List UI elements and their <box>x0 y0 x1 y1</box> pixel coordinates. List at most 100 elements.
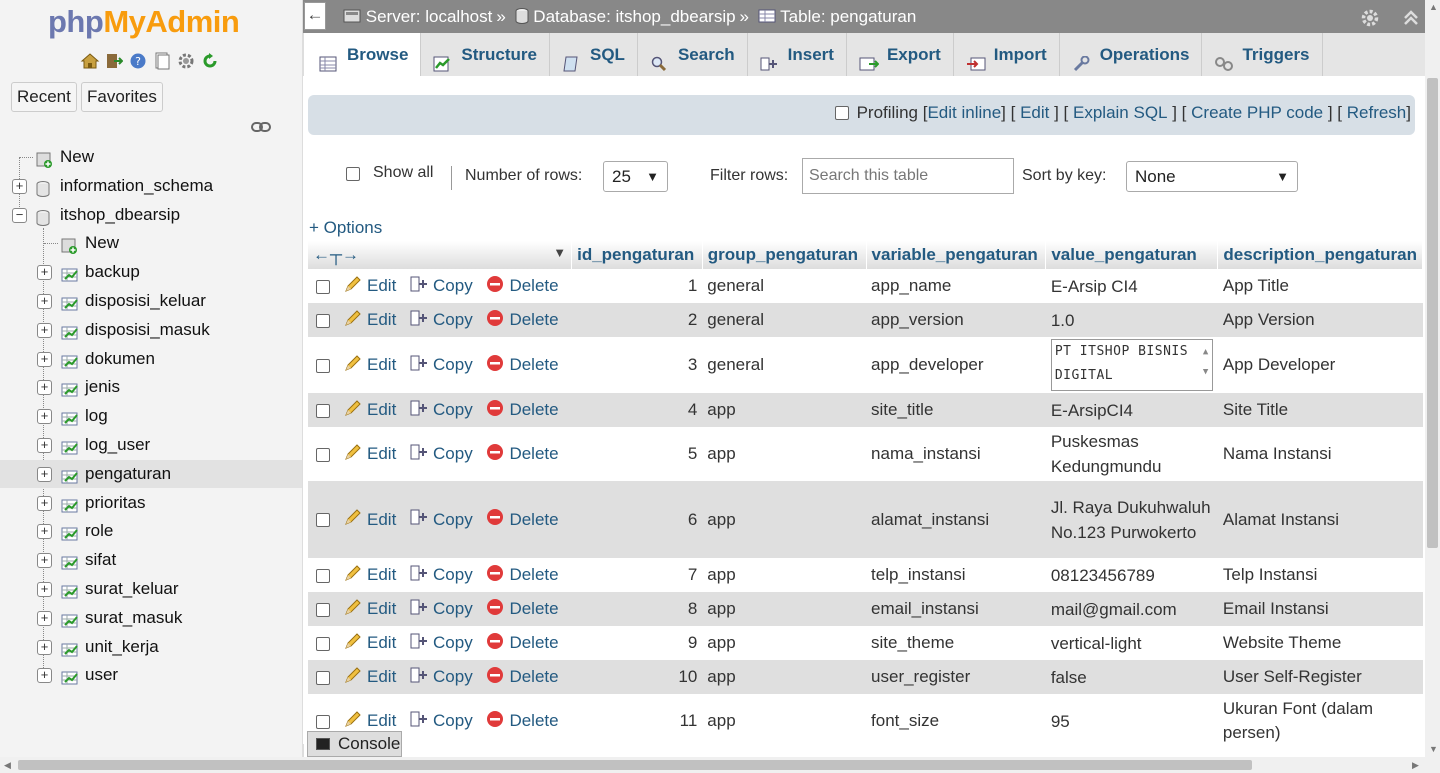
tab-triggers[interactable]: Triggers <box>1202 33 1323 76</box>
copy-row-button[interactable]: Copy <box>409 563 473 588</box>
delete-row-button[interactable]: Delete <box>485 631 559 656</box>
tab-sql[interactable]: SQL <box>550 33 638 76</box>
delete-row-button[interactable]: Delete <box>485 353 559 378</box>
cell-variable[interactable]: telp_instansi <box>866 558 1046 592</box>
cell-variable[interactable]: site_theme <box>866 626 1046 660</box>
copy-row-button[interactable]: Copy <box>409 631 473 656</box>
expand-icon[interactable]: + <box>37 467 52 482</box>
cell-variable[interactable]: email_instansi <box>866 592 1046 626</box>
cell-value[interactable]: 95 <box>1045 694 1218 744</box>
docs-icon[interactable] <box>151 50 172 71</box>
expand-icon[interactable]: + <box>37 524 52 539</box>
breadcrumb-table[interactable]: Table: pengaturan <box>780 7 916 26</box>
column-header-description_pengaturan[interactable]: description_pengaturan <box>1217 241 1423 269</box>
expand-icon[interactable]: + <box>12 179 27 194</box>
tree-item-label[interactable]: jenis <box>85 373 120 401</box>
cell-value[interactable]: E-Arsip CI4 <box>1045 269 1218 303</box>
delete-row-button[interactable]: Delete <box>485 597 559 622</box>
cell-variable[interactable]: site_title <box>866 393 1046 427</box>
expand-icon[interactable]: + <box>37 553 52 568</box>
cell-description[interactable]: Ukuran Font (dalam persen) <box>1217 694 1423 744</box>
cell-group[interactable]: general <box>702 269 867 303</box>
home-icon[interactable] <box>79 50 100 71</box>
row-select-checkbox[interactable] <box>316 602 330 617</box>
tab-operations[interactable]: Operations <box>1060 33 1203 76</box>
edit-row-button[interactable]: Edit <box>343 274 396 299</box>
tree-item-surat-masuk[interactable]: + surat_masuk <box>0 604 302 632</box>
tree-item-unit-kerja[interactable]: + unit_kerja <box>0 633 302 661</box>
row-select-checkbox[interactable] <box>316 714 330 729</box>
expand-icon[interactable]: + <box>37 409 52 424</box>
cell-variable[interactable]: font_size <box>866 694 1046 744</box>
scroll-right-arrow[interactable]: ▶ <box>1412 760 1419 771</box>
edit-inline-link[interactable]: Edit inline <box>927 103 1001 123</box>
cell-group[interactable]: general <box>702 337 867 393</box>
scroll-down-arrow[interactable]: ▼ <box>1429 744 1438 754</box>
tree-item-label[interactable]: log <box>85 402 108 430</box>
tree-item-pengaturan[interactable]: + pengaturan <box>0 460 302 488</box>
edit-row-button[interactable]: Edit <box>343 353 396 378</box>
options-link[interactable]: + Options <box>309 218 382 238</box>
edit-row-button[interactable]: Edit <box>343 308 396 333</box>
expand-icon[interactable]: + <box>37 323 52 338</box>
tree-item-itshop-dbearsip[interactable]: − itshop_dbearsip <box>0 201 302 229</box>
explain-sql-link[interactable]: Explain SQL <box>1073 103 1168 123</box>
tree-item-label[interactable]: New <box>85 229 119 257</box>
cell-variable[interactable]: user_register <box>866 660 1046 694</box>
cell-description[interactable]: App Version <box>1217 303 1423 337</box>
row-select-checkbox[interactable] <box>316 568 330 583</box>
expand-icon[interactable]: + <box>37 265 52 280</box>
expand-icon[interactable]: + <box>37 438 52 453</box>
tree-item-label[interactable]: sifat <box>85 546 116 574</box>
edit-query-link[interactable]: Edit <box>1020 103 1049 123</box>
cell-group[interactable]: general <box>702 303 867 337</box>
delete-row-button[interactable]: Delete <box>485 563 559 588</box>
delete-row-button[interactable]: Delete <box>485 442 559 467</box>
copy-row-button[interactable]: Copy <box>409 308 473 333</box>
settings-gear-icon[interactable] <box>175 50 196 71</box>
row-select-checkbox[interactable] <box>316 358 330 373</box>
tree-item-label[interactable]: New <box>60 143 94 171</box>
copy-row-button[interactable]: Copy <box>409 665 473 690</box>
filter-rows-input[interactable]: Search this table <box>802 158 1014 194</box>
column-header-id_pengaturan[interactable]: id_pengaturan <box>571 241 703 269</box>
tree-item-label[interactable]: itshop_dbearsip <box>60 201 180 229</box>
cell-value[interactable]: PT ITSHOP BISNIS DIGITAL ▲ ▼ <box>1045 337 1218 393</box>
tab-import[interactable]: Import <box>954 33 1060 76</box>
number-of-rows-select[interactable]: 25 ▼ <box>603 161 668 192</box>
delete-row-button[interactable]: Delete <box>485 308 559 333</box>
copy-row-button[interactable]: Copy <box>409 507 473 532</box>
scroll-up-arrow[interactable]: ▲ <box>1429 2 1438 12</box>
cell-id[interactable]: 1 <box>571 269 703 303</box>
expand-icon[interactable]: + <box>37 294 52 309</box>
cell-description[interactable]: App Developer <box>1217 337 1423 393</box>
cell-variable[interactable]: nama_instansi <box>866 427 1046 481</box>
tree-item-label[interactable]: surat_masuk <box>85 604 182 632</box>
tree-item-label[interactable]: information_schema <box>60 172 213 200</box>
delete-row-button[interactable]: Delete <box>485 274 559 299</box>
cell-value[interactable]: mail@gmail.com <box>1045 592 1218 626</box>
delete-row-button[interactable]: Delete <box>485 709 559 734</box>
console-toggle[interactable]: Console <box>307 731 402 757</box>
tab-search[interactable]: Search <box>638 33 748 76</box>
tab-export[interactable]: Export <box>847 33 954 76</box>
horizontal-scrollbar-thumb[interactable] <box>18 760 1252 770</box>
copy-row-button[interactable]: Copy <box>409 398 473 423</box>
edit-row-button[interactable]: Edit <box>343 507 396 532</box>
cell-description[interactable]: Alamat Instansi <box>1217 481 1423 558</box>
cell-id[interactable]: 3 <box>571 337 703 393</box>
cell-variable[interactable]: app_version <box>866 303 1046 337</box>
row-select-checkbox[interactable] <box>316 447 330 462</box>
help-icon[interactable]: ? <box>127 50 148 71</box>
tree-item-prioritas[interactable]: + prioritas <box>0 489 302 517</box>
tab-browse[interactable]: Browse <box>307 33 422 76</box>
cell-description[interactable]: Telp Instansi <box>1217 558 1423 592</box>
edit-row-button[interactable]: Edit <box>343 597 396 622</box>
tree-item-information-schema[interactable]: + information_schema <box>0 172 302 200</box>
tree-item-label[interactable]: surat_keluar <box>85 575 179 603</box>
tree-item-dokumen[interactable]: + dokumen <box>0 345 302 373</box>
copy-row-button[interactable]: Copy <box>409 709 473 734</box>
cell-group[interactable]: app <box>702 626 867 660</box>
tab-insert[interactable]: Insert <box>748 33 847 76</box>
profiling-checkbox[interactable] <box>834 106 849 120</box>
